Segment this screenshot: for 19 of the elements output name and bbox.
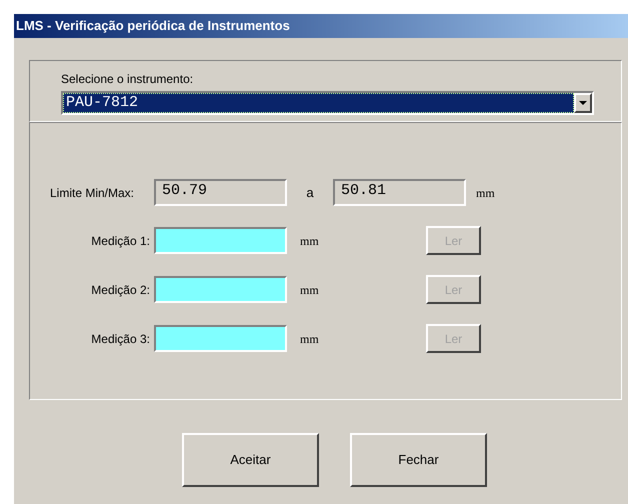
separator-text: a [305,184,315,202]
unit-label: mm [300,282,320,298]
unit-label: mm [300,330,320,348]
min-field: 50.79 [154,179,287,206]
measurement-input[interactable] [154,227,287,254]
instrument-dropdown[interactable]: PAU-7812 [61,91,594,115]
dialog-button[interactable]: Fechar [350,433,487,487]
field-label: Limite Min/Max: [50,184,136,202]
measurement-input[interactable] [154,276,287,303]
field-label: Medição 2: [90,282,151,298]
field-label: Selecione o instrumento: [61,71,194,87]
unit-label: mm [300,232,320,250]
measurement-input[interactable] [154,325,287,352]
unit-label: mm [476,184,495,202]
max-field: 50.81 [333,179,466,206]
field-label: Medição 1: [90,232,151,250]
dialog-button[interactable]: Aceitar [182,433,319,487]
window-title: LMS - Verificação periódica de Instrumentos [16,17,290,36]
field-label: Medição 3: [90,330,151,348]
